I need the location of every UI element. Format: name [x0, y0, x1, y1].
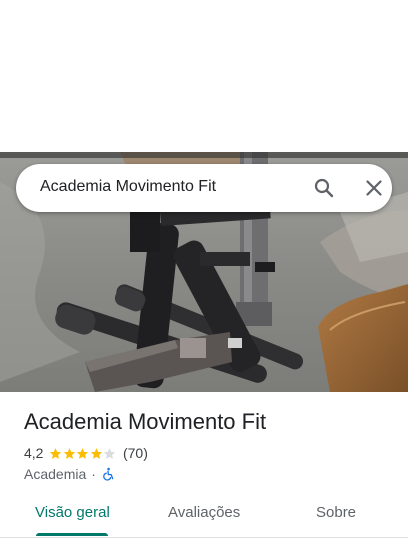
star-icon [63, 447, 76, 459]
review-count[interactable]: (70) [123, 445, 148, 461]
map-area-blank [0, 0, 408, 152]
tab-overview[interactable]: Visão geral [35, 504, 110, 521]
search-query-text[interactable]: Academia Movimento Fit [40, 178, 216, 196]
search-bar[interactable]: Academia Movimento Fit [16, 164, 392, 212]
star-icon [104, 447, 116, 459]
separator-dot: · [91, 466, 96, 482]
tab-reviews[interactable]: Avaliações [168, 504, 240, 521]
search-button[interactable] [312, 176, 336, 200]
tab-about[interactable]: Sobre [316, 504, 356, 521]
place-category: Academia [24, 466, 87, 482]
close-icon [366, 180, 382, 196]
rating-row[interactable]: 4,2 (70) [24, 444, 148, 462]
star-icon [90, 447, 103, 459]
wheelchair-accessible-icon [103, 467, 114, 481]
place-tabs: Visão geral Avaliações Sobre [0, 494, 408, 538]
category-row: Academia · [24, 465, 115, 483]
rating-value: 4,2 [24, 445, 44, 461]
close-search-button[interactable] [362, 176, 386, 200]
place-title: Academia Movimento Fit [24, 409, 267, 434]
place-sheet: Academia Movimento Fit Academia Moviment… [0, 0, 408, 544]
search-icon [314, 178, 334, 198]
star-icon [77, 447, 89, 459]
active-tab-indicator [36, 533, 108, 536]
tabs-divider [0, 537, 408, 538]
star-icon [50, 447, 62, 459]
star-rating [49, 447, 117, 460]
